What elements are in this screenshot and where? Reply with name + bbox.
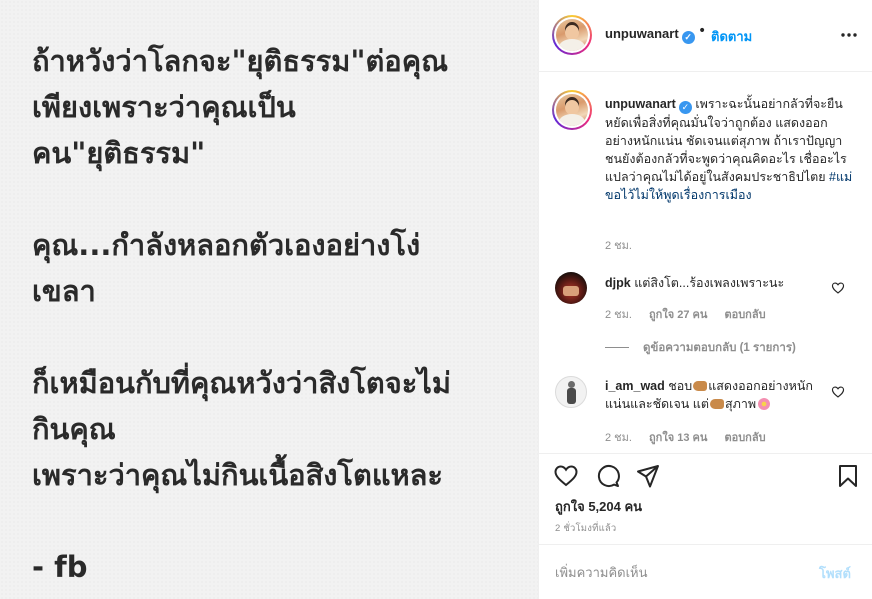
add-comment-section: โพสต์ bbox=[539, 546, 872, 599]
author-avatar-photo bbox=[556, 19, 588, 51]
reply-button[interactable]: ตอบกลับ bbox=[724, 309, 765, 321]
comment-likes[interactable]: ถูกใจ 27 คน bbox=[649, 309, 707, 321]
comment-meta: 2 ชม. ถูกใจ 27 คน ตอบกลับ bbox=[605, 305, 780, 323]
post-sidebar: unpuwanart ✓ • ติดตาม unpuwanart ✓ เพราะฉะ… bbox=[539, 0, 872, 599]
author-username-text[interactable]: unpuwanart bbox=[605, 26, 679, 41]
more-horizontal-icon[interactable] bbox=[839, 27, 859, 43]
post-image-text: ถ้าหวังว่าโลกจะ"ยุติธรรม"ต่อคุณ เพียงเพร… bbox=[32, 44, 451, 584]
author-username[interactable]: unpuwanart ✓ bbox=[605, 26, 695, 44]
post-actions: ถูกใจ 5,204 คน 2 ชั่วโมงที่แล้ว bbox=[539, 455, 872, 545]
hand-emoji-icon bbox=[693, 381, 708, 391]
caption-avatar-photo bbox=[556, 94, 588, 126]
header-separator: • bbox=[698, 23, 707, 39]
comments-list[interactable]: unpuwanart ✓ เพราะฉะนั้นอย่ากลัวที่จะยืนห… bbox=[539, 72, 872, 454]
view-replies-label[interactable]: ดูข้อความตอบกลับ (1 รายการ) bbox=[643, 342, 796, 354]
likes-count[interactable]: ถูกใจ 5,204 คน bbox=[555, 496, 642, 517]
comment-input[interactable] bbox=[555, 561, 805, 583]
comment-avatar-djpk[interactable] bbox=[555, 272, 587, 304]
comment-time[interactable]: 2 ชม. bbox=[605, 432, 632, 444]
follow-button[interactable]: ติดตาม bbox=[711, 26, 752, 47]
verified-badge-icon: ✓ bbox=[681, 31, 695, 44]
flower-emoji-icon bbox=[758, 398, 771, 410]
comment-username[interactable]: i_am_wad bbox=[605, 379, 665, 393]
caption-username[interactable]: unpuwanart bbox=[605, 97, 676, 111]
send-icon[interactable] bbox=[635, 463, 661, 489]
post-image: ถ้าหวังว่าโลกจะ"ยุติธรรม"ต่อคุณ เพียงเพร… bbox=[0, 0, 539, 599]
hand-emoji-icon bbox=[709, 399, 724, 409]
comment-like-heart-icon[interactable] bbox=[831, 385, 845, 399]
heart-icon[interactable] bbox=[553, 463, 579, 489]
comment-likes[interactable]: ถูกใจ 13 คน bbox=[649, 432, 707, 444]
comment-meta: 2 ชม. ถูกใจ 13 คน ตอบกลับ bbox=[605, 428, 780, 446]
post-timestamp[interactable]: 2 ชั่วโมงที่แล้ว bbox=[555, 521, 616, 536]
caption-author-avatar[interactable] bbox=[552, 90, 592, 130]
comment-text-part3: สุภาพ bbox=[724, 397, 757, 411]
comment-avatar-i_am_wad[interactable] bbox=[555, 376, 587, 408]
caption: unpuwanart ✓ เพราะฉะนั้นอย่ากลัวที่จะยืนห… bbox=[605, 95, 855, 204]
comment-time[interactable]: 2 ชม. bbox=[605, 309, 632, 321]
comment-text-part1: ชอบ bbox=[668, 379, 693, 393]
author-avatar[interactable] bbox=[552, 15, 592, 55]
verified-badge-icon: ✓ bbox=[678, 101, 692, 114]
comment-username[interactable]: djpk bbox=[605, 276, 631, 290]
bookmark-icon[interactable] bbox=[835, 463, 861, 489]
reply-button[interactable]: ตอบกลับ bbox=[724, 432, 765, 444]
comment-icon[interactable] bbox=[595, 463, 621, 489]
comment-i_am_wad: i_am_wad ชอบ แสดงออกอย่างหนักแน่นและชัดเจ… bbox=[605, 377, 827, 413]
post-comment-button[interactable]: โพสต์ bbox=[819, 563, 851, 584]
view-replies-button[interactable]: ดูข้อความตอบกลับ (1 รายการ) bbox=[605, 339, 796, 357]
post-header: unpuwanart ✓ • ติดตาม bbox=[539, 0, 872, 72]
replies-divider bbox=[605, 347, 629, 349]
caption-timestamp[interactable]: 2 ชม. bbox=[605, 236, 632, 254]
comment-djpk: djpk แต่สิงโต...ร้องเพลงเพราะนะ bbox=[605, 274, 827, 292]
comment-like-heart-icon[interactable] bbox=[831, 281, 845, 295]
comment-text: แต่สิงโต...ร้องเพลงเพราะนะ bbox=[634, 276, 785, 290]
